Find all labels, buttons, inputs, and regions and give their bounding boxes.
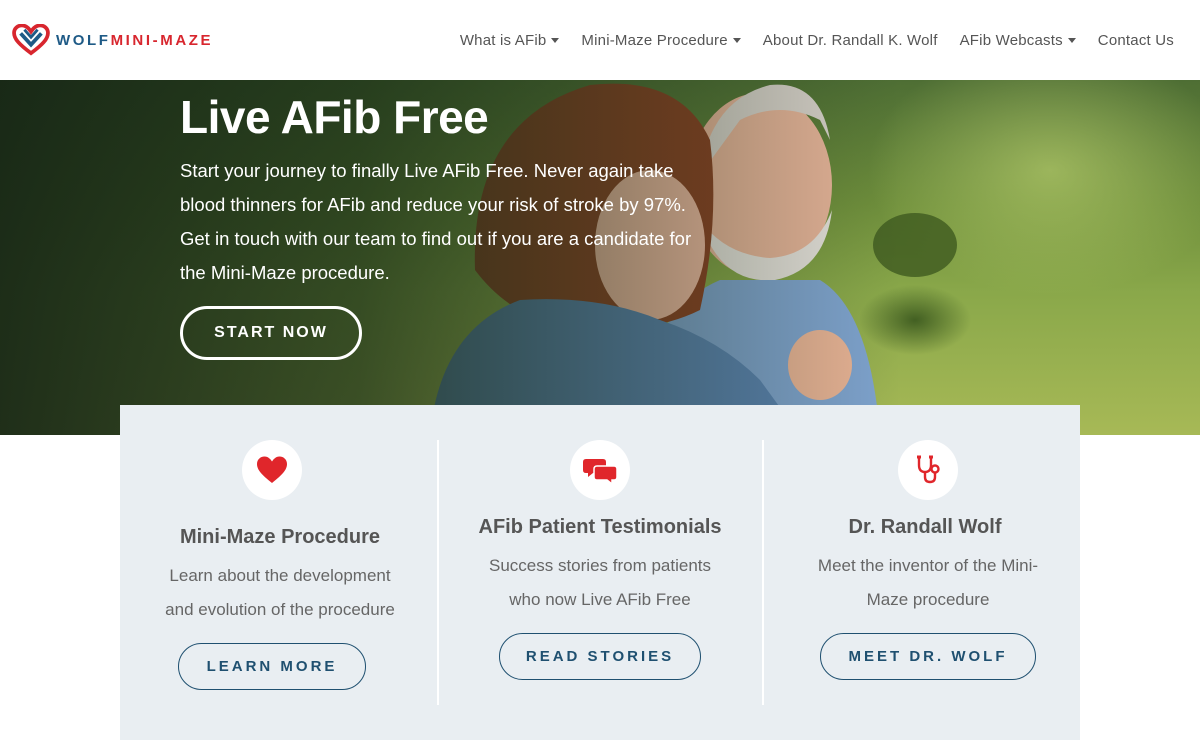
nav-item-label: What is AFib xyxy=(459,31,547,49)
nav-item-about-dr-wolf[interactable]: About Dr. Randall K. Wolf xyxy=(763,32,938,49)
hero-description-line: Start your journey to finally Live AFib … xyxy=(180,160,674,181)
hero-description: Start your journey to finally Live AFib … xyxy=(180,154,740,290)
stethoscope-icon-circle xyxy=(898,440,958,500)
chat-icon-circle xyxy=(570,440,630,500)
card-description: Meet the inventor of the Mini- Maze proc… xyxy=(788,549,1068,617)
heart-icon xyxy=(257,456,287,483)
start-now-button[interactable]: START NOW xyxy=(180,306,362,360)
nav-item-label: AFib Webcasts xyxy=(959,31,1063,49)
card-afib-testimonials: AFib Patient Testimonials Success storie… xyxy=(440,405,760,740)
nav-item-label: Mini-Maze Procedure xyxy=(581,31,728,49)
card-title: Mini-Maze Procedure xyxy=(179,526,381,548)
card-dr-randall-wolf: Dr. Randall Wolf Meet the inventor of th… xyxy=(765,405,1085,740)
card-description-line: Learn about the development xyxy=(169,566,391,585)
meet-dr-wolf-button[interactable]: MEET DR. WOLF xyxy=(820,633,1036,680)
card-description-line: Meet the inventor of the Mini- xyxy=(817,556,1039,575)
nav-item-label: Contact Us xyxy=(1097,31,1174,49)
chat-bubbles-icon xyxy=(583,459,617,484)
card-title: AFib Patient Testimonials xyxy=(478,516,722,538)
heart-logo-icon xyxy=(12,24,50,56)
stethoscope-icon xyxy=(917,455,940,484)
hero-description-line: blood thinners for AFib and reduce your … xyxy=(180,194,686,215)
brand-name-wolf: WOLF xyxy=(56,31,111,49)
nav-item-afib-webcasts[interactable]: AFib Webcasts xyxy=(960,32,1076,49)
brand-logo-link[interactable]: WOLFMINI-MAZE xyxy=(12,24,213,56)
card-description-line: who now Live AFib Free xyxy=(509,590,691,609)
card-divider xyxy=(762,440,764,705)
card-description-line: Maze procedure xyxy=(866,590,990,609)
heart-icon-circle xyxy=(242,440,302,500)
feature-cards: Mini-Maze Procedure Learn about the deve… xyxy=(120,405,1080,740)
card-description-line: Success stories from patients xyxy=(488,556,712,575)
card-description: Success stories from patients who now Li… xyxy=(460,549,740,617)
nav-item-contact-us[interactable]: Contact Us xyxy=(1098,32,1174,49)
nav-item-label: About Dr. Randall K. Wolf xyxy=(762,31,938,49)
nav-item-mini-maze-procedure[interactable]: Mini-Maze Procedure xyxy=(581,31,741,49)
site-header: WOLFMINI-MAZE What is AFib Mini-Maze Pro… xyxy=(0,0,1200,80)
hero-banner: Live AFib Free Start your journey to fin… xyxy=(0,80,1200,435)
read-stories-button[interactable]: READ STORIES xyxy=(499,633,701,680)
learn-more-button[interactable]: LEARN MORE xyxy=(178,643,366,690)
card-description: Learn about the development and evolutio… xyxy=(140,559,420,627)
card-description-line: and evolution of the procedure xyxy=(165,600,395,619)
caret-down-icon xyxy=(732,37,741,43)
caret-down-icon xyxy=(551,37,560,43)
card-mini-maze-procedure: Mini-Maze Procedure Learn about the deve… xyxy=(120,405,440,740)
brand-name: WOLFMINI-MAZE xyxy=(56,32,213,49)
hero-title: Live AFib Free xyxy=(180,91,489,143)
hero-description-line: Get in touch with our team to find out i… xyxy=(180,228,692,249)
nav-item-what-is-afib[interactable]: What is AFib xyxy=(460,32,560,49)
card-title: Dr. Randall Wolf xyxy=(848,516,1002,538)
main-nav: What is AFib Mini-Maze Procedure About D… xyxy=(438,0,1174,80)
hero-description-line: the Mini-Maze procedure. xyxy=(180,262,390,283)
caret-down-icon xyxy=(1067,37,1076,43)
brand-name-mini-maze: MINI-MAZE xyxy=(110,31,214,49)
